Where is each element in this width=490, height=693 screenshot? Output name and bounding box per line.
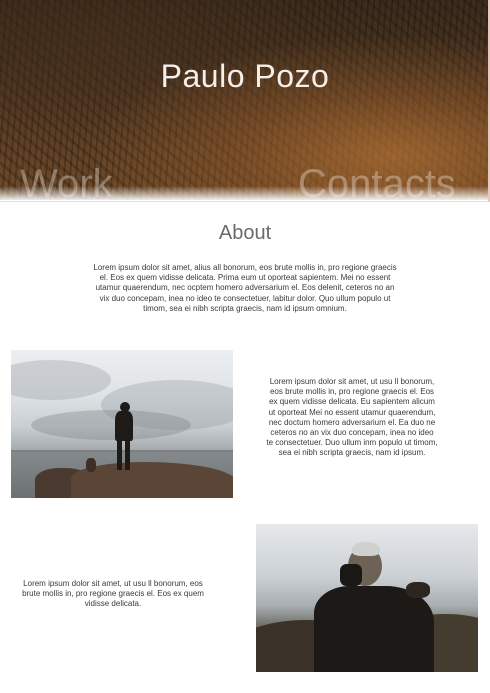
camera xyxy=(340,564,362,586)
cloud-shape xyxy=(31,410,191,440)
man-body xyxy=(314,586,434,672)
photo-man-with-camera xyxy=(256,524,478,672)
man-hand xyxy=(406,582,430,598)
person-body xyxy=(115,411,133,441)
about-heading: About xyxy=(218,222,272,244)
cloud-shape xyxy=(11,360,111,400)
person-leg xyxy=(117,440,122,470)
about-paragraph: Lorem ipsum dolor sit amet, alius all bo… xyxy=(93,263,397,313)
section2-paragraph: Lorem ipsum dolor sit amet, ut usu ll bo… xyxy=(22,579,204,609)
person-leg xyxy=(125,440,130,470)
hero-banner: Paulo Pozo Work Contacts xyxy=(0,0,490,200)
section1-paragraph: Lorem ipsum dolor sit amet, ut usu ll bo… xyxy=(266,377,438,458)
nav-link-contacts[interactable]: Contacts xyxy=(298,164,456,200)
nav-link-work[interactable]: Work xyxy=(20,164,113,200)
rock xyxy=(86,458,96,472)
man-hair xyxy=(352,542,380,556)
photo-person-on-rocks xyxy=(11,350,233,498)
site-title: Paulo Pozo xyxy=(160,58,330,94)
